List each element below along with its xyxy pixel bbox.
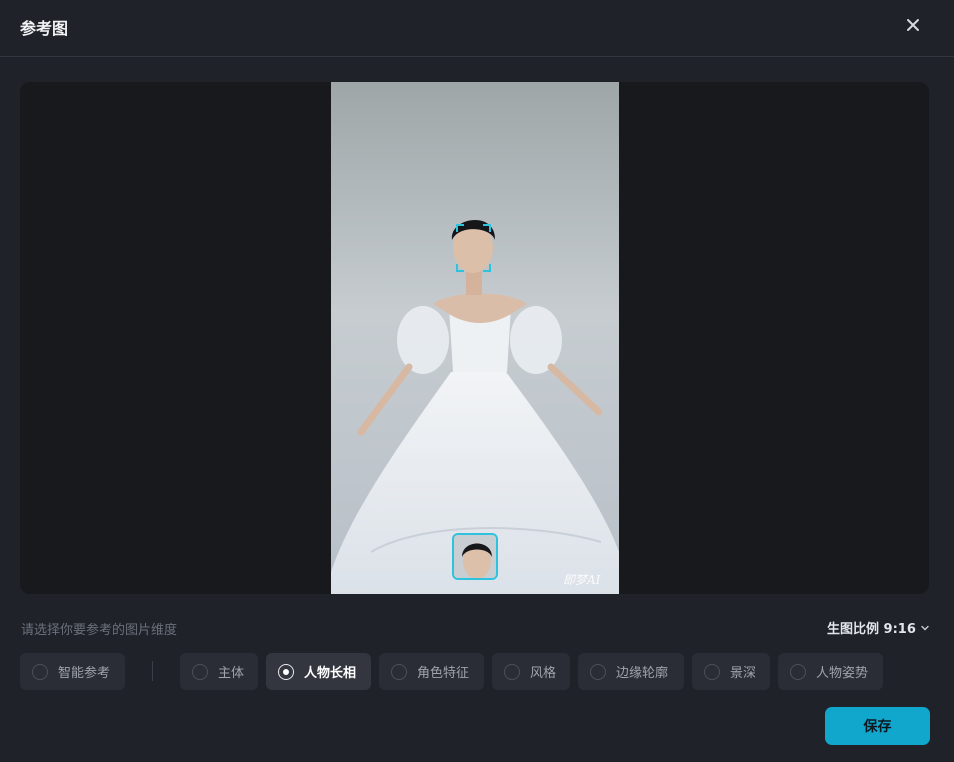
radio-icon (192, 663, 208, 680)
save-button[interactable]: 保存 (825, 707, 930, 745)
radio-icon (32, 663, 48, 680)
option-label: 智能参考 (58, 666, 111, 681)
radio-selected-icon (278, 663, 294, 680)
aspect-ratio-label: 生图比例 9:16 (827, 622, 916, 637)
reference-photo: 即梦AI (331, 82, 619, 594)
radio-icon (790, 663, 806, 680)
option-edge-contour[interactable]: 边缘轮廓 (578, 653, 684, 690)
dialog-header: 参考图 (0, 0, 954, 57)
option-depth-of-field[interactable]: 景深 (692, 653, 770, 690)
dimension-hint: 请选择你要参考的图片维度 (21, 623, 178, 638)
option-label: 风格 (530, 666, 557, 681)
radio-icon (590, 663, 606, 680)
radio-icon (391, 663, 407, 680)
option-style[interactable]: 风格 (492, 653, 570, 690)
option-label: 人物长相 (304, 666, 357, 681)
option-label: 人物姿势 (816, 666, 869, 681)
option-label: 景深 (730, 666, 757, 681)
watermark: 即梦AI (563, 573, 601, 587)
reference-image-preview: 即梦AI (20, 82, 929, 594)
option-pose[interactable]: 人物姿势 (778, 653, 883, 690)
close-button[interactable] (900, 12, 926, 38)
option-character-features[interactable]: 角色特征 (379, 653, 484, 690)
chevron-down-icon (921, 625, 929, 630)
option-label: 边缘轮廓 (616, 666, 669, 681)
close-icon (907, 19, 919, 31)
option-subject[interactable]: 主体 (180, 653, 258, 690)
detected-face-thumbnail[interactable] (452, 533, 498, 580)
option-smart-reference[interactable]: 智能参考 (20, 653, 125, 690)
dialog-title: 参考图 (20, 19, 69, 38)
options-divider (152, 661, 153, 681)
option-label: 角色特征 (417, 666, 470, 681)
aspect-ratio-dropdown[interactable]: 生图比例 9:16 (827, 618, 930, 637)
option-face[interactable]: 人物长相 (266, 653, 371, 690)
option-label: 主体 (218, 666, 245, 681)
radio-icon (704, 663, 720, 680)
radio-icon (504, 663, 520, 680)
